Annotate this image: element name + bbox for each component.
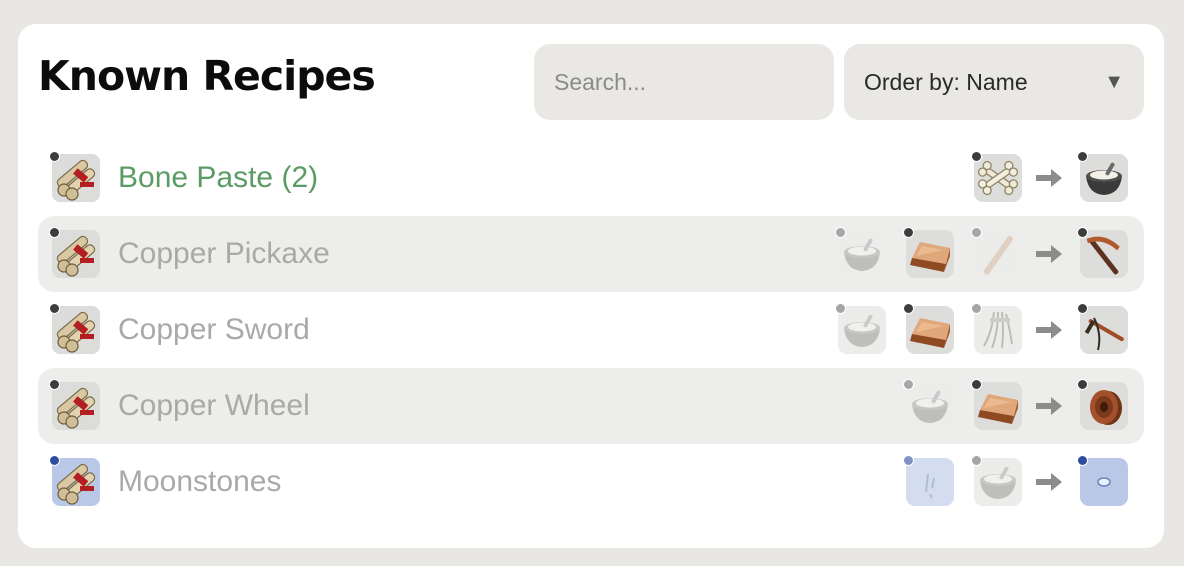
arrow-right-icon: [1032, 154, 1066, 202]
copper-wheel-icon[interactable]: [1077, 379, 1128, 430]
pin-icon: [903, 379, 914, 390]
pin-icon: [835, 227, 846, 238]
arrow-right-icon: [1032, 458, 1066, 506]
pin-icon: [1077, 379, 1088, 390]
recipe-name: Bone Paste (2): [118, 161, 319, 194]
recipe-row-copper-wheel[interactable]: Copper Wheel: [38, 368, 1144, 444]
recipe-scroll-icon: [49, 379, 100, 430]
pin-icon: [49, 151, 60, 162]
pin-icon: [971, 151, 982, 162]
copper-sword-icon[interactable]: [1077, 303, 1128, 354]
bone-paste-bowl-icon[interactable]: [1077, 151, 1128, 202]
chevron-down-icon: ▼: [1104, 70, 1124, 93]
pin-icon: [903, 303, 914, 314]
order-by-select[interactable]: Order by: Name ▼: [844, 44, 1144, 120]
pin-icon: [49, 379, 60, 390]
arrow-right-icon: [1032, 306, 1066, 354]
fiber-icon[interactable]: [971, 303, 1022, 354]
recipes-panel: Known Recipes Order by: Name ▼ Bone Past…: [18, 24, 1164, 548]
recipe-name: Copper Pickaxe: [118, 237, 330, 270]
recipe-name: Copper Sword: [118, 313, 310, 346]
bone-paste-bowl-icon[interactable]: [835, 303, 886, 354]
recipe-row-copper-sword[interactable]: Copper Sword: [38, 292, 1144, 368]
copper-ingot-icon[interactable]: [903, 303, 954, 354]
pin-icon: [903, 455, 914, 466]
pin-icon: [971, 227, 982, 238]
page-title: Known Recipes: [38, 52, 376, 100]
bone-paste-bowl-icon[interactable]: [835, 227, 886, 278]
pin-icon: [49, 455, 60, 466]
recipe-name: Copper Wheel: [118, 389, 310, 422]
pin-icon: [1077, 303, 1088, 314]
pin-icon: [1077, 227, 1088, 238]
recipe-name: Moonstones: [118, 465, 282, 498]
recipe-scroll-icon: [49, 151, 100, 202]
moon-shard-icon[interactable]: [903, 455, 954, 506]
recipe-row-moonstones[interactable]: Moonstones: [38, 444, 1144, 520]
recipe-scroll-icon: [49, 455, 100, 506]
bone-paste-bowl-icon[interactable]: [971, 455, 1022, 506]
recipe-row-bone-paste[interactable]: Bone Paste (2): [38, 140, 1144, 216]
recipe-scroll-icon: [49, 303, 100, 354]
pin-icon: [903, 227, 914, 238]
pin-icon: [49, 227, 60, 238]
bones-icon[interactable]: [971, 151, 1022, 202]
order-by-label: Order by: Name: [864, 68, 1028, 95]
stick-icon[interactable]: [971, 227, 1022, 278]
bone-paste-bowl-icon[interactable]: [903, 379, 954, 430]
recipe-scroll-icon: [49, 227, 100, 278]
moonstone-icon[interactable]: [1077, 455, 1128, 506]
recipe-row-copper-pickaxe[interactable]: Copper Pickaxe: [38, 216, 1144, 292]
pin-icon: [1077, 455, 1088, 466]
copper-ingot-icon[interactable]: [903, 227, 954, 278]
pin-icon: [971, 379, 982, 390]
arrow-right-icon: [1032, 230, 1066, 278]
pin-icon: [49, 303, 60, 314]
arrow-right-icon: [1032, 382, 1066, 430]
pin-icon: [971, 455, 982, 466]
pin-icon: [971, 303, 982, 314]
pin-icon: [835, 303, 846, 314]
pin-icon: [1077, 151, 1088, 162]
search-input[interactable]: [534, 44, 834, 120]
copper-pickaxe-icon[interactable]: [1077, 227, 1128, 278]
copper-ingot-icon[interactable]: [971, 379, 1022, 430]
